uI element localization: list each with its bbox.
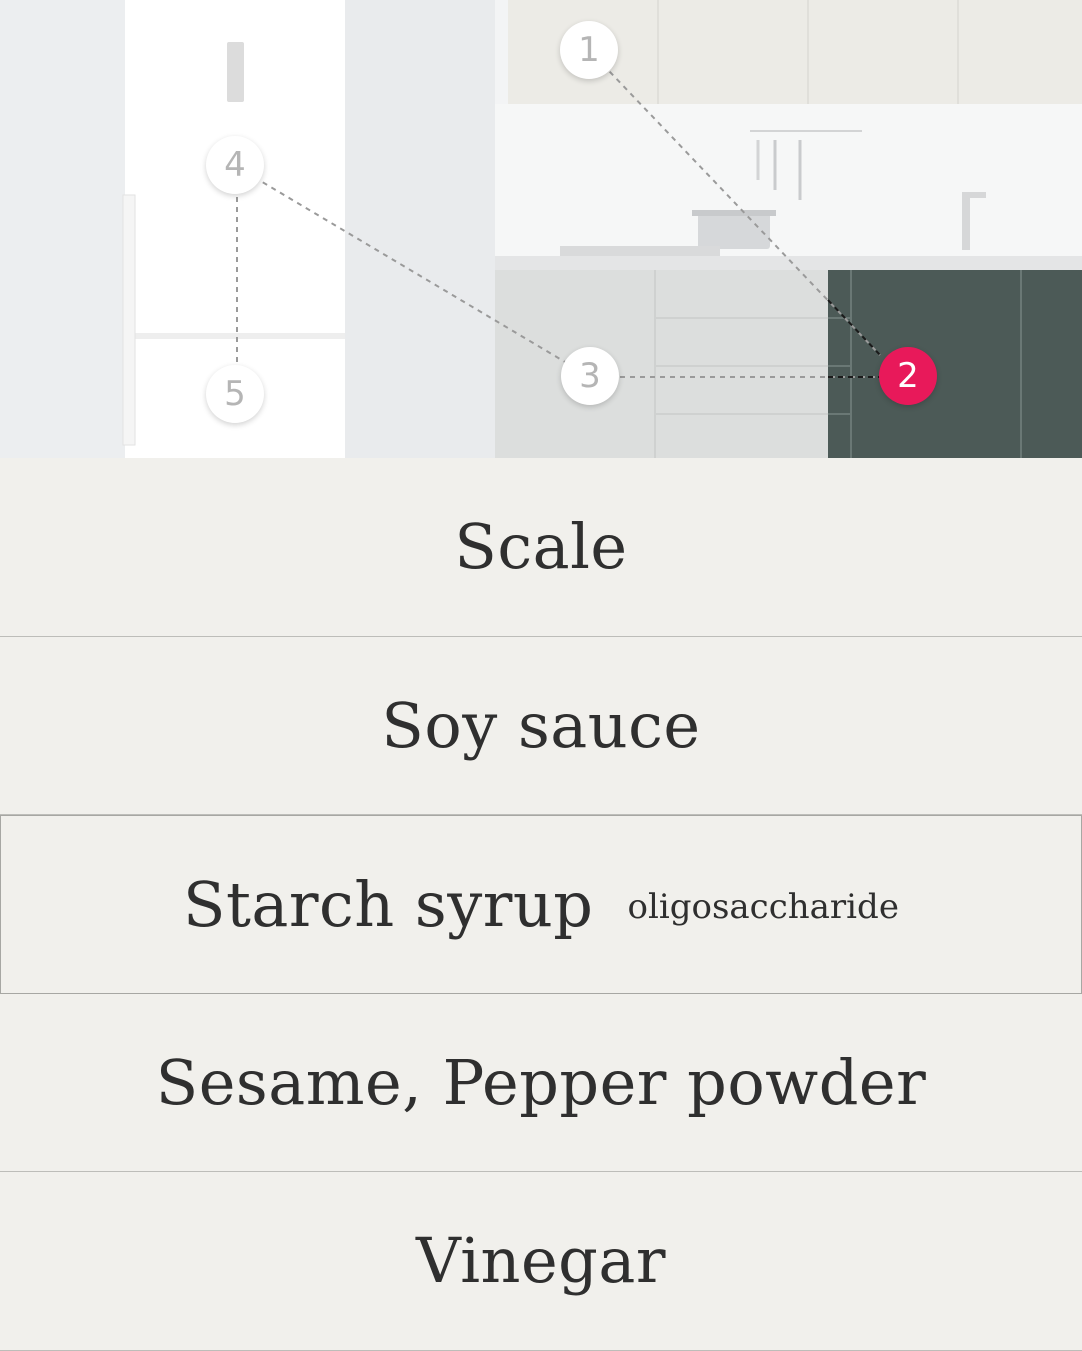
- ingredient-label: Vinegar: [416, 1224, 666, 1298]
- ingredient-item-vinegar[interactable]: Vinegar: [0, 1172, 1082, 1351]
- ingredient-sublabel: oligosaccharide: [627, 887, 899, 928]
- marker-5[interactable]: 5: [206, 365, 264, 423]
- ingredient-item-soy-sauce[interactable]: Soy sauce: [0, 637, 1082, 815]
- ingredient-item-starch-syrup[interactable]: Starch syrup oligosaccharide: [0, 815, 1082, 994]
- marker-2[interactable]: 2: [879, 347, 937, 405]
- marker-3[interactable]: 3: [561, 347, 619, 405]
- ingredient-label: Scale: [454, 510, 628, 584]
- ingredient-label: Starch syrup: [183, 867, 594, 941]
- ingredient-item-scale[interactable]: Scale: [0, 458, 1082, 637]
- kitchen-image: 1 2 3 4 5: [0, 0, 1082, 458]
- marker-1[interactable]: 1: [560, 21, 618, 79]
- ingredient-label: Soy sauce: [381, 688, 701, 762]
- ingredient-list: Scale Soy sauce Starch syrup oligosaccha…: [0, 458, 1082, 1351]
- ingredient-item-sesame-pepper[interactable]: Sesame, Pepper powder: [0, 994, 1082, 1172]
- ingredient-label: Sesame, Pepper powder: [155, 1045, 927, 1119]
- marker-4[interactable]: 4: [206, 136, 264, 194]
